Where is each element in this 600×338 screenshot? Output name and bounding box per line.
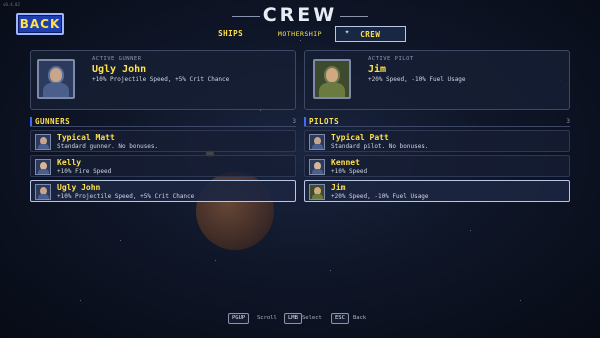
gunner-name: Kelly	[57, 158, 82, 167]
gunner-avatar-icon	[35, 134, 51, 150]
gunner-name: Typical Matt	[57, 133, 115, 142]
gunner-bonus: Standard gunner. No bonuses.	[57, 143, 159, 150]
pilot-bonus: +10% Speed	[331, 168, 368, 175]
gunner-row[interactable]: Typical Matt Standard gunner. No bonuses…	[30, 130, 296, 152]
active-pilot-bonus: +20% Speed, -10% Fuel Usage	[368, 76, 466, 83]
page-title: CREW	[262, 4, 338, 26]
gunner-head	[48, 66, 64, 84]
sparkle-icon: ✦	[344, 27, 350, 36]
gunner-avatar-icon	[35, 159, 51, 175]
lmb-key-icon: LMB	[284, 313, 302, 324]
tab-crew[interactable]: ✦ CREW	[334, 26, 406, 42]
active-pilot-card: ACTIVE PILOT Jim +20% Speed, -10% Fuel U…	[304, 50, 570, 110]
tab-mothership[interactable]: MOTHERSHIP	[265, 26, 334, 42]
pilot-avatar-icon	[309, 184, 325, 200]
key-hints-bar: PGUP Scroll LMB Select ESC Back	[228, 313, 388, 325]
gunner-bonus: +10% Fire Speed	[57, 168, 112, 175]
gunner-portrait-icon	[37, 59, 75, 99]
pilot-name: Kennet	[331, 158, 360, 167]
active-gunner-name: Ugly John	[92, 64, 147, 75]
pilot-bonus: +20% Speed, -10% Fuel Usage	[331, 193, 429, 200]
pilots-section-header: PILOTS 3	[304, 117, 570, 127]
pilot-name: Typical Patt	[331, 133, 389, 142]
pilot-avatar-icon	[309, 134, 325, 150]
section-marker	[304, 117, 306, 126]
gunner-avatar-icon	[35, 184, 51, 200]
gunner-bonus: +10% Projectile Speed, +5% Crit Chance	[57, 193, 195, 200]
back-hint-label: Back	[353, 315, 367, 321]
pilot-suit	[319, 83, 345, 97]
active-gunner-kicker: ACTIVE GUNNER	[92, 56, 142, 62]
scroll-hint-label: Scroll	[257, 315, 277, 321]
pgup-key-icon: PGUP	[228, 313, 250, 324]
gunners-heading: GUNNERS	[35, 117, 71, 126]
gunner-row-selected[interactable]: Ugly John +10% Projectile Speed, +5% Cri…	[30, 180, 296, 202]
pilot-avatar-icon	[309, 159, 325, 175]
gunner-row[interactable]: Kelly +10% Fire Speed	[30, 155, 296, 177]
pilots-heading: PILOTS	[309, 117, 340, 126]
pilot-row[interactable]: Typical Patt Standard pilot. No bonuses.	[304, 130, 570, 152]
gunner-name: Ugly John	[57, 183, 101, 192]
section-marker	[30, 117, 32, 126]
pilot-name: Jim	[331, 183, 346, 192]
active-gunner-card: ACTIVE GUNNER Ugly John +10% Projectile …	[30, 50, 296, 110]
active-gunner-bonus: +10% Projectile Speed, +5% Crit Chance	[92, 76, 230, 83]
gunners-count: 3	[292, 118, 296, 125]
pilot-row[interactable]: Kennet +10% Speed	[304, 155, 570, 177]
select-hint-label: Select	[302, 315, 322, 321]
title-divider-right	[340, 16, 368, 17]
pilot-head	[324, 66, 340, 84]
gunner-suit	[43, 83, 69, 97]
pilot-bonus: Standard pilot. No bonuses.	[331, 143, 429, 150]
active-pilot-kicker: ACTIVE PILOT	[368, 56, 414, 62]
esc-key-icon: ESC	[331, 313, 349, 324]
pilots-count: 3	[566, 118, 570, 125]
tab-crew-label: CREW	[360, 30, 381, 39]
pilot-row-selected[interactable]: Jim +20% Speed, -10% Fuel Usage	[304, 180, 570, 202]
pilot-portrait-icon	[313, 59, 351, 99]
tab-bar: SHIPS MOTHERSHIP ✦ CREW	[196, 26, 406, 42]
active-pilot-name: Jim	[368, 64, 387, 75]
tab-ships[interactable]: SHIPS	[196, 26, 265, 42]
gunners-section-header: GUNNERS 3	[30, 117, 296, 127]
